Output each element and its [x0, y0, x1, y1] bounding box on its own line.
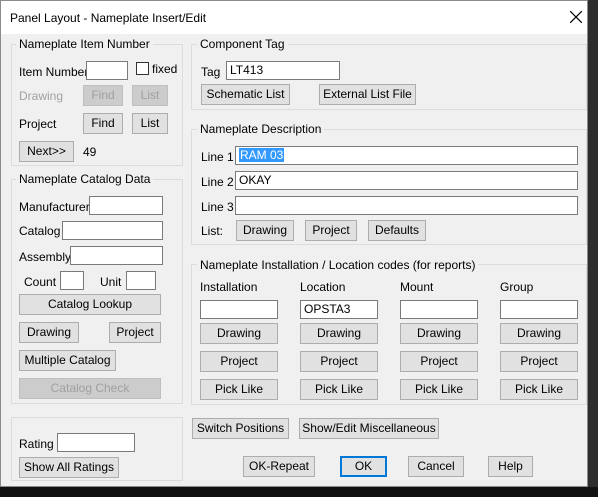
drawing-label: Drawing [19, 89, 64, 103]
description-drawing-button[interactable]: Drawing [236, 220, 294, 241]
group-label: Group [500, 280, 534, 294]
line1-label: Line 1 [201, 150, 234, 164]
rating-label: Rating [19, 437, 54, 451]
fixed-label: fixed [152, 62, 178, 76]
mount-pick-like-button[interactable]: Pick Like [400, 379, 478, 400]
mount-project-button[interactable]: Project [400, 351, 478, 372]
line3-field[interactable] [235, 196, 578, 215]
line3-label: Line 3 [201, 200, 234, 214]
installation-pick-like-button[interactable]: Pick Like [200, 379, 278, 400]
catalog-label: Catalog [19, 224, 61, 238]
group-drawing-button[interactable]: Drawing [500, 323, 578, 344]
catalog-field[interactable] [62, 221, 163, 240]
item-number-field[interactable] [86, 61, 128, 80]
show-all-ratings-button[interactable]: Show All Ratings [19, 457, 119, 478]
line1-selected-text: RAM 03 [239, 148, 285, 162]
ok-repeat-button[interactable]: OK-Repeat [243, 456, 315, 477]
location-pick-like-button[interactable]: Pick Like [300, 379, 378, 400]
tag-label: Tag [201, 65, 221, 79]
multiple-catalog-button[interactable]: Multiple Catalog [19, 350, 116, 371]
install-group-label: Nameplate Installation / Location codes … [197, 258, 479, 272]
rating-field[interactable] [57, 433, 135, 452]
description-group-label: Nameplate Description [197, 122, 325, 136]
installation-drawing-button[interactable]: Drawing [200, 323, 278, 344]
catalog-check-button[interactable]: Catalog Check [19, 378, 161, 399]
switch-positions-button[interactable]: Switch Positions [192, 418, 289, 439]
next-button[interactable]: Next>> [19, 141, 74, 162]
line2-field[interactable]: OKAY [235, 171, 578, 190]
description-project-button[interactable]: Project [305, 220, 357, 241]
background-desktop [588, 0, 598, 497]
catalog-drawing-button[interactable]: Drawing [19, 322, 79, 343]
title-bar: Panel Layout - Nameplate Insert/Edit [1, 1, 587, 34]
description-defaults-button[interactable]: Defaults [368, 220, 426, 241]
background-strip [0, 487, 598, 497]
count-field[interactable] [60, 271, 84, 290]
mount-label: Mount [400, 280, 434, 294]
location-drawing-button[interactable]: Drawing [300, 323, 378, 344]
location-project-button[interactable]: Project [300, 351, 378, 372]
list-label: List: [201, 224, 224, 238]
mount-field[interactable] [400, 300, 478, 319]
window-title: Panel Layout - Nameplate Insert/Edit [10, 11, 207, 25]
show-edit-misc-button[interactable]: Show/Edit Miscellaneous [299, 418, 439, 439]
unit-field[interactable] [126, 271, 156, 290]
item-number-label: Item Number [19, 65, 89, 79]
help-button[interactable]: Help [488, 456, 533, 477]
external-list-file-button[interactable]: External List File [319, 84, 416, 105]
dialog-window: Panel Layout - Nameplate Insert/Edit Nam… [0, 0, 588, 487]
cancel-button[interactable]: Cancel [408, 456, 464, 477]
close-icon [570, 11, 582, 23]
project-list-button[interactable]: List [132, 113, 168, 134]
line1-field[interactable]: RAM 03 [235, 146, 578, 165]
schematic-list-button[interactable]: Schematic List [201, 84, 290, 105]
assembly-label: Assembly [19, 250, 72, 264]
location-label: Location [300, 280, 346, 294]
project-label: Project [19, 117, 57, 131]
installation-label: Installation [200, 280, 258, 294]
group-pick-like-button[interactable]: Pick Like [500, 379, 578, 400]
catalog-project-button[interactable]: Project [109, 322, 161, 343]
assembly-field[interactable] [70, 246, 163, 265]
count-label: Count [24, 275, 57, 289]
next-number-value: 49 [83, 145, 97, 159]
mount-drawing-button[interactable]: Drawing [400, 323, 478, 344]
group-project-button[interactable]: Project [500, 351, 578, 372]
line2-label: Line 2 [201, 175, 234, 189]
unit-label: Unit [100, 275, 122, 289]
group-field[interactable] [500, 300, 578, 319]
fixed-checkbox[interactable] [136, 62, 149, 75]
drawing-list-button[interactable]: List [132, 85, 168, 106]
location-field[interactable]: OPSTA3 [300, 300, 378, 319]
catalog-group-label: Nameplate Catalog Data [16, 172, 154, 186]
catalog-lookup-button[interactable]: Catalog Lookup [19, 294, 161, 315]
close-button[interactable] [563, 4, 589, 30]
tag-field[interactable]: LT413 [226, 61, 340, 80]
project-find-button[interactable]: Find [83, 113, 123, 134]
manufacturer-field[interactable] [89, 196, 163, 215]
manufacturer-label: Manufacturer [19, 200, 90, 214]
component-tag-group-label: Component Tag [197, 37, 288, 51]
drawing-find-button[interactable]: Find [83, 85, 123, 106]
item-number-group-label: Nameplate Item Number [16, 37, 153, 51]
installation-project-button[interactable]: Project [200, 351, 278, 372]
installation-field[interactable] [200, 300, 278, 319]
ok-button[interactable]: OK [340, 456, 387, 477]
